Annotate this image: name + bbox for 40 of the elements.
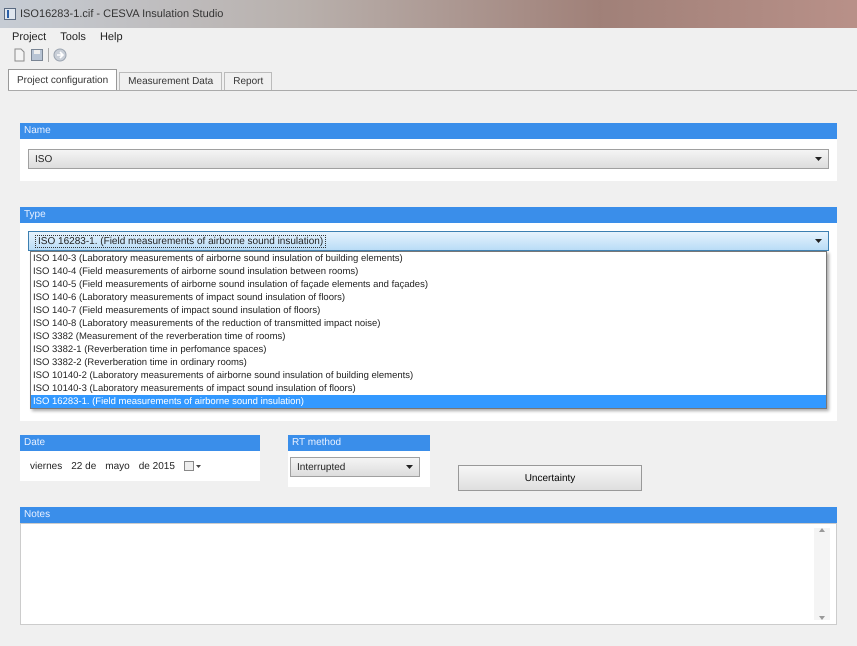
section-header: Notes	[20, 507, 837, 523]
date-picker[interactable]: viernes 22 de mayo de 2015	[20, 451, 260, 481]
dropdown-option[interactable]: ISO 140-6 (Laboratory measurements of impact sound insulation of floors)	[31, 291, 826, 304]
dropdown-option[interactable]: ISO 3382-2 (Reverberation time in ordinary rooms)	[31, 356, 826, 369]
scroll-down-icon[interactable]	[819, 616, 825, 620]
dropdown-option[interactable]: ISO 10140-3 (Laboratory measurements of impact sound insulation of floors)	[31, 382, 826, 395]
type-dropdown[interactable]: ISO 16283-1. (Field measurements of airborne sound insulation)	[28, 231, 829, 251]
window-title: ISO16283-1.cif - CESVA Insulation Studio	[20, 8, 224, 20]
dropdown-option[interactable]: ISO 3382 (Measurement of the reverberation time of rooms)	[31, 330, 826, 343]
tab[interactable]: Measurement Data	[119, 72, 222, 90]
arrow-icon[interactable]	[53, 48, 67, 62]
dropdown-arrow-icon[interactable]	[815, 157, 822, 161]
tab[interactable]: Report	[224, 72, 272, 90]
section-header: Type	[20, 207, 837, 223]
menu-item[interactable]: Project	[12, 31, 46, 45]
section-header: Date	[20, 435, 260, 451]
menu-item[interactable]: Tools	[60, 31, 86, 45]
section-header: Name	[20, 123, 837, 139]
menu-item[interactable]: Help	[100, 31, 123, 45]
dropdown-option[interactable]: ISO 3382-1 (Reverberation time in perfomance spaces)	[31, 343, 826, 356]
rt-method-dropdown[interactable]: Interrupted	[290, 457, 420, 477]
uncertainty-button[interactable]: Uncertainty	[458, 465, 642, 491]
scrollbar[interactable]	[814, 528, 830, 620]
app-icon	[4, 8, 16, 20]
save-icon[interactable]	[30, 48, 44, 62]
scroll-up-icon[interactable]	[819, 528, 825, 532]
dropdown-arrow-icon[interactable]	[815, 239, 822, 243]
dropdown-option[interactable]: ISO 140-8 (Laboratory measurements of the reduction of transmitted impact noise)	[31, 317, 826, 330]
dropdown-option[interactable]: ISO 140-4 (Field measurements of airborne sound insulation between rooms)	[31, 265, 826, 278]
tab[interactable]: Project configuration	[8, 69, 118, 90]
dropdown-option[interactable]: ISO 140-5 (Field measurements of airborne sound insulation of façade elements and façades)	[31, 278, 826, 291]
dropdown-option[interactable]: ISO 140-7 (Field measurements of impact sound insulation of floors)	[31, 304, 826, 317]
dropdown-option[interactable]: ISO 10140-2 (Laboratory measurements of airborne sound insulation of building elements)	[31, 369, 826, 382]
section-header: RT method	[288, 435, 430, 451]
dropdown-option[interactable]: ISO 140-3 (Laboratory measurements of airborne sound insulation of building elements)	[31, 252, 826, 265]
new-file-icon[interactable]	[12, 48, 26, 62]
name-dropdown[interactable]: ISO	[28, 149, 829, 169]
calendar-icon[interactable]	[184, 461, 202, 471]
notes-field[interactable]	[20, 523, 837, 625]
dropdown-arrow-icon[interactable]	[406, 465, 413, 469]
